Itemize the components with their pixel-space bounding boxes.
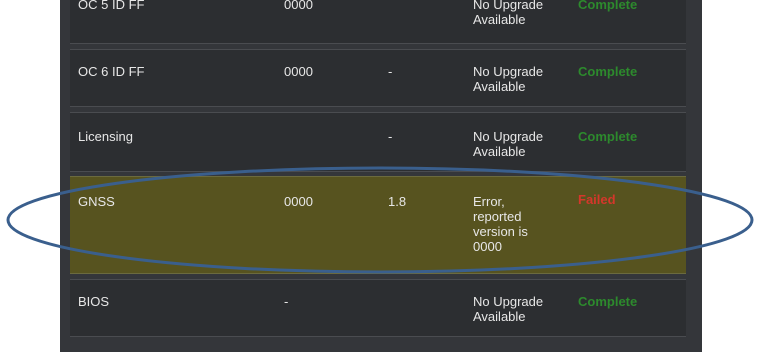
message-line: No Upgrade xyxy=(473,129,544,144)
message-line: Available xyxy=(473,309,526,324)
current-version: 0000 xyxy=(284,0,313,12)
message-line: No Upgrade xyxy=(473,0,544,12)
table-row: OC 6 ID FF 0000 - No Upgrade Available C… xyxy=(70,49,686,107)
upgrade-message: No Upgrade Available xyxy=(473,0,573,27)
new-version: - xyxy=(388,64,393,79)
message-line: No Upgrade xyxy=(473,64,544,79)
status-badge: Complete xyxy=(578,294,638,309)
current-version: 0000 xyxy=(284,64,313,79)
message-line: Available xyxy=(473,79,526,94)
table-row: BIOS - No Upgrade Available Complete xyxy=(70,279,686,337)
component-name: OC 5 ID FF xyxy=(78,0,145,12)
status-badge: Complete xyxy=(578,0,638,12)
component-name: Licensing xyxy=(78,129,133,144)
current-version: - xyxy=(284,294,289,309)
message-line: Error, xyxy=(473,194,505,209)
status-badge: Complete xyxy=(578,64,638,79)
status-badge: Failed xyxy=(578,192,616,207)
new-version: 1.8 xyxy=(388,194,407,209)
message-line: No Upgrade xyxy=(473,294,544,309)
table-row-gnss: GNSS 0000 1.8 Error, reported version is… xyxy=(70,176,686,274)
message-line: Available xyxy=(473,144,526,159)
upgrade-message: Error, reported version is 0000 xyxy=(473,194,573,254)
upgrade-message: No Upgrade Available xyxy=(473,64,573,94)
status-badge: Complete xyxy=(578,129,638,144)
message-line: version is xyxy=(473,224,528,239)
table-row: OC 5 ID FF 0000 No Upgrade Available Com… xyxy=(70,0,686,44)
component-name: GNSS xyxy=(78,194,115,209)
message-line: 0000 xyxy=(473,239,502,254)
table-row: Licensing - No Upgrade Available Complet… xyxy=(70,112,686,172)
current-version: 0000 xyxy=(284,194,313,209)
new-version: - xyxy=(388,129,393,144)
message-line: reported xyxy=(473,209,522,224)
upgrade-message: No Upgrade Available xyxy=(473,294,573,324)
message-line: Available xyxy=(473,12,526,27)
upgrade-message: No Upgrade Available xyxy=(473,129,573,159)
component-name: BIOS xyxy=(78,294,110,309)
component-name: OC 6 ID FF xyxy=(78,64,145,79)
